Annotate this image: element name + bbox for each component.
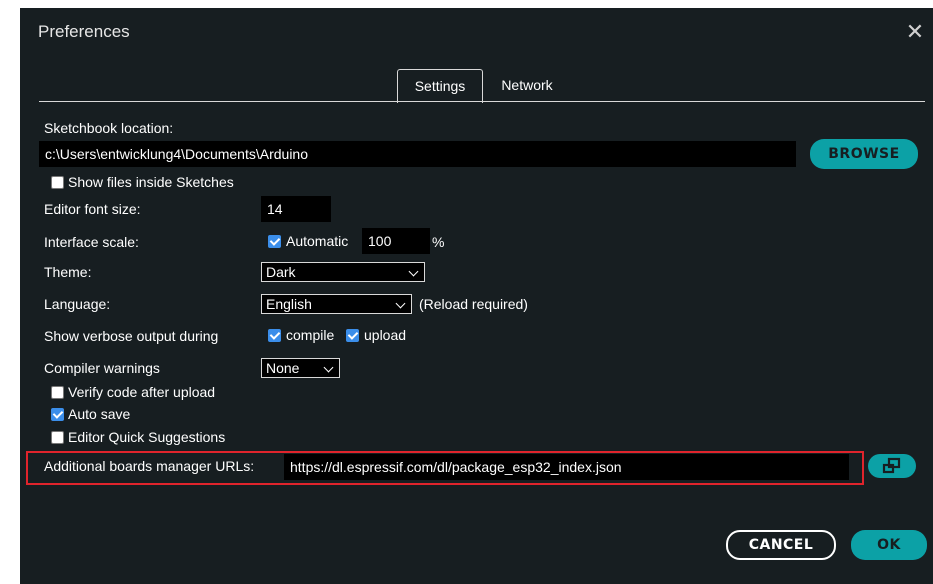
verbose-upload-label: upload [364,327,407,343]
dialog-title: Preferences [38,22,130,41]
open-in-window-button[interactable] [868,454,916,478]
theme-label: Theme: [44,264,92,280]
sketchbook-location-label: Sketchbook location: [44,120,174,136]
chevron-down-icon [323,362,334,373]
language-label: Language: [44,296,111,312]
verbose-upload-checkbox[interactable] [346,329,359,342]
verbose-compile-checkbox[interactable] [268,329,281,342]
chevron-down-icon [395,298,406,309]
auto-save-label: Auto save [68,406,131,422]
tab-network[interactable]: Network [486,69,568,101]
tab-divider [39,101,925,102]
quick-suggestions-checkbox[interactable] [51,431,64,444]
language-select[interactable]: English [261,294,412,314]
tab-settings[interactable]: Settings [397,69,483,103]
open-in-window-icon [882,457,901,474]
interface-scale-unit: % [432,234,445,250]
automatic-scale-checkbox[interactable] [268,235,281,248]
verbose-compile-label: compile [286,327,335,343]
sketchbook-location-input[interactable]: c:\Users\entwicklung4\Documents\Arduino [39,141,796,167]
automatic-scale-label: Automatic [286,233,349,249]
show-files-label: Show files inside Sketches [68,174,234,190]
chevron-down-icon [408,266,419,277]
reload-required-note: (Reload required) [419,296,528,312]
compiler-warnings-select[interactable]: None [261,358,340,378]
browse-button[interactable]: BROWSE [810,139,918,169]
editor-font-size-label: Editor font size: [44,201,141,217]
highlight-box [26,451,864,485]
interface-scale-input[interactable]: 100 [362,228,430,254]
ok-button[interactable]: OK [851,530,927,560]
theme-selected-value: Dark [266,264,296,280]
cancel-button[interactable]: CANCEL [726,530,836,560]
interface-scale-label: Interface scale: [44,234,139,250]
verify-code-label: Verify code after upload [68,384,216,400]
show-files-checkbox[interactable] [51,176,64,189]
verify-code-checkbox[interactable] [51,386,64,399]
editor-font-size-input[interactable]: 14 [261,196,331,222]
language-selected-value: English [266,296,312,312]
theme-select[interactable]: Dark [261,262,425,282]
quick-suggestions-label: Editor Quick Suggestions [68,429,226,445]
compiler-warnings-label: Compiler warnings [44,360,160,376]
close-icon[interactable]: ✕ [903,20,927,44]
auto-save-checkbox[interactable] [51,408,64,421]
compiler-warnings-selected-value: None [266,360,300,376]
preferences-dialog: Preferences ✕ Settings Network Sketchboo… [20,8,933,584]
verbose-output-label: Show verbose output during [44,328,219,344]
